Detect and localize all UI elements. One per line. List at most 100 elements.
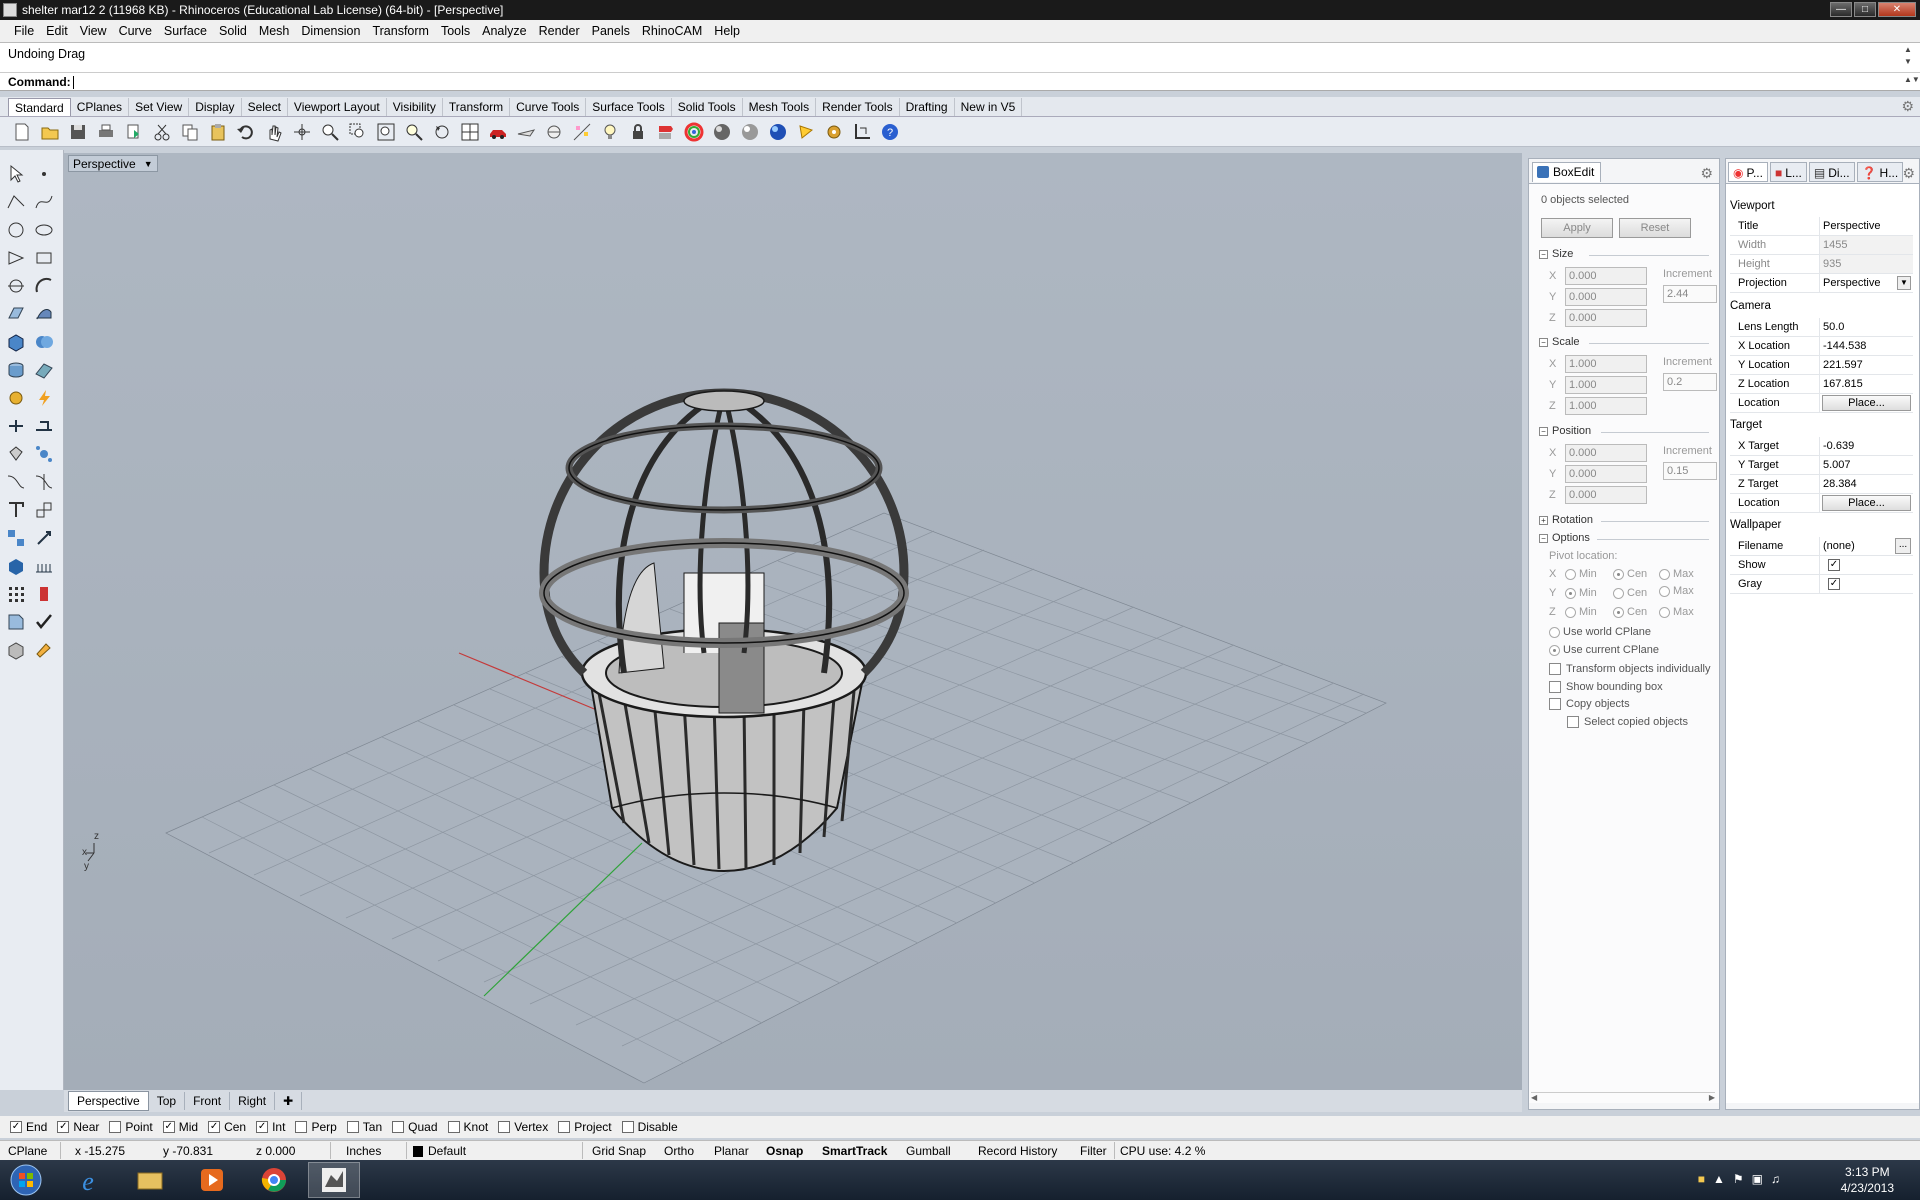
osnap-point-checkbox[interactable] xyxy=(109,1121,122,1133)
start-button[interactable] xyxy=(0,1162,52,1198)
tray-flag-icon[interactable]: ⚑ xyxy=(1733,1172,1744,1186)
menu-edit[interactable]: Edit xyxy=(40,24,74,38)
x-target-value[interactable]: -0.639 xyxy=(1820,437,1913,455)
menu-solid[interactable]: Solid xyxy=(213,24,253,38)
four-viewports-icon[interactable] xyxy=(458,120,482,144)
menu-view[interactable]: View xyxy=(74,24,113,38)
copy-objects-checkbox[interactable]: Copy objects xyxy=(1549,698,1630,710)
position-z-input[interactable]: 0.000 xyxy=(1565,486,1647,504)
menu-render[interactable]: Render xyxy=(533,24,586,38)
osnap-toggle[interactable]: Osnap xyxy=(766,1144,803,1158)
history-scroll-down[interactable]: ▼ xyxy=(1904,57,1914,66)
pivot-y-min[interactable]: Min xyxy=(1565,587,1597,599)
osnap-end[interactable]: ✓ End xyxy=(10,1120,47,1134)
check-icon[interactable] xyxy=(32,610,56,634)
pivot-x-max[interactable]: Max xyxy=(1659,568,1694,580)
size-section[interactable]: − Size xyxy=(1539,248,1573,260)
fillet-icon[interactable] xyxy=(4,274,28,298)
lock-icon[interactable] xyxy=(626,120,650,144)
osnap-project-checkbox[interactable] xyxy=(558,1121,571,1133)
options-section[interactable]: − Options xyxy=(1539,532,1590,544)
size-x-input[interactable]: 0.000 xyxy=(1565,267,1647,285)
pivot-y-cen[interactable]: Cen xyxy=(1613,587,1647,599)
media-player-icon[interactable] xyxy=(186,1162,238,1198)
ortho-toggle[interactable]: Ortho xyxy=(664,1144,694,1158)
pivot-z-cen[interactable]: Cen xyxy=(1613,606,1647,618)
camera-place-button[interactable]: Place... xyxy=(1822,395,1911,411)
sweep-icon[interactable] xyxy=(32,302,56,326)
analyze-icon[interactable] xyxy=(32,582,56,606)
color-wheel-icon[interactable] xyxy=(682,120,706,144)
osnap-near[interactable]: ✓ Near xyxy=(57,1120,99,1134)
sun-icon[interactable] xyxy=(794,120,818,144)
tab-select[interactable]: Select xyxy=(242,98,288,116)
tab-viewport-layout[interactable]: Viewport Layout xyxy=(288,98,387,116)
use-current-cplane-radio[interactable]: Use current CPlane xyxy=(1549,644,1659,656)
internet-explorer-icon[interactable]: e xyxy=(62,1162,114,1198)
pivot-y-max[interactable]: Max xyxy=(1659,585,1694,597)
tab-visibility[interactable]: Visibility xyxy=(387,98,443,116)
pivot-z-min[interactable]: Min xyxy=(1565,606,1597,618)
position-section[interactable]: − Position xyxy=(1539,425,1591,437)
circle-icon[interactable] xyxy=(4,218,28,242)
grid-snap-icon[interactable] xyxy=(850,120,874,144)
plane-icon[interactable] xyxy=(514,120,538,144)
render-icon[interactable] xyxy=(738,120,762,144)
loft-icon[interactable] xyxy=(32,358,56,382)
rotate-view-icon[interactable] xyxy=(290,120,314,144)
record-history-toggle[interactable]: Record History xyxy=(978,1144,1057,1158)
text-tool-icon[interactable] xyxy=(4,498,28,522)
solid-box-icon[interactable] xyxy=(4,554,28,578)
reset-button[interactable]: Reset xyxy=(1619,218,1691,238)
planar-toggle[interactable]: Planar xyxy=(714,1144,749,1158)
select-arrow-icon[interactable] xyxy=(4,162,28,186)
tab-help[interactable]: ❓ H... xyxy=(1856,162,1904,182)
osnap-disable[interactable]: Disable xyxy=(621,1120,678,1134)
extrude-icon[interactable] xyxy=(4,358,28,382)
tab-front[interactable]: Front xyxy=(185,1092,231,1110)
pivot-x-cen[interactable]: Cen xyxy=(1613,568,1647,580)
polyline-icon[interactable] xyxy=(4,190,28,214)
wallpaper-show-checkbox[interactable]: ✓ xyxy=(1828,559,1840,571)
tab-render-tools[interactable]: Render Tools xyxy=(816,98,900,116)
taskbar-clock[interactable]: 3:13 PM 4/23/2013 xyxy=(1841,1164,1894,1196)
transform-icon[interactable] xyxy=(32,526,56,550)
osnap-cen-checkbox[interactable]: ✓ xyxy=(208,1121,221,1133)
command-dropdown-icon[interactable]: ▲▼ xyxy=(1904,75,1920,84)
tab-display[interactable]: ▤ Di... xyxy=(1808,162,1855,182)
osnap-vertex[interactable]: Vertex xyxy=(498,1120,548,1134)
menu-rhinocam[interactable]: RhinoCAM xyxy=(636,24,708,38)
file-explorer-icon[interactable] xyxy=(124,1162,176,1198)
scale-z-input[interactable]: 1.000 xyxy=(1565,397,1647,415)
add-viewport-tab-icon[interactable]: ✚ xyxy=(275,1092,303,1110)
select-copied-objects-checkbox[interactable]: Select copied objects xyxy=(1567,716,1688,728)
tray-volume-icon[interactable]: ♫ xyxy=(1771,1172,1780,1186)
menu-mesh[interactable]: Mesh xyxy=(253,24,296,38)
rhino-taskbar-icon[interactable] xyxy=(308,1162,360,1198)
close-button[interactable]: ✕ xyxy=(1878,2,1916,17)
tray-folder-icon[interactable]: ■ xyxy=(1698,1172,1705,1186)
box-solid-icon[interactable] xyxy=(4,330,28,354)
cplane-icon[interactable] xyxy=(542,120,566,144)
copy-icon[interactable] xyxy=(178,120,202,144)
viewport-menu-chevron-down-icon[interactable]: ▼ xyxy=(144,159,153,169)
status-cplane[interactable]: CPlane xyxy=(8,1144,47,1158)
tab-solid-tools[interactable]: Solid Tools xyxy=(672,98,743,116)
wallpaper-filename-value[interactable]: (none)... xyxy=(1820,537,1913,555)
command-line[interactable]: Command: ▲▼ xyxy=(0,72,1920,91)
menu-help[interactable]: Help xyxy=(708,24,746,38)
osnap-vertex-checkbox[interactable] xyxy=(498,1121,511,1133)
tab-drafting[interactable]: Drafting xyxy=(900,98,955,116)
grid-array-icon[interactable] xyxy=(32,554,56,578)
hatch-icon[interactable] xyxy=(4,414,28,438)
tab-top[interactable]: Top xyxy=(149,1092,186,1110)
undo-view-icon[interactable] xyxy=(430,120,454,144)
dimension-icon[interactable] xyxy=(32,414,56,438)
minimize-button[interactable]: — xyxy=(1830,2,1852,17)
wallpaper-gray-checkbox[interactable]: ✓ xyxy=(1828,578,1840,590)
osnap-project[interactable]: Project xyxy=(558,1120,612,1134)
viewport-title-value[interactable]: Perspective xyxy=(1820,217,1913,235)
boxedit-tab[interactable]: BoxEdit xyxy=(1532,162,1602,182)
z-target-value[interactable]: 28.384 xyxy=(1820,475,1913,493)
tab-mesh-tools[interactable]: Mesh Tools xyxy=(743,98,817,116)
